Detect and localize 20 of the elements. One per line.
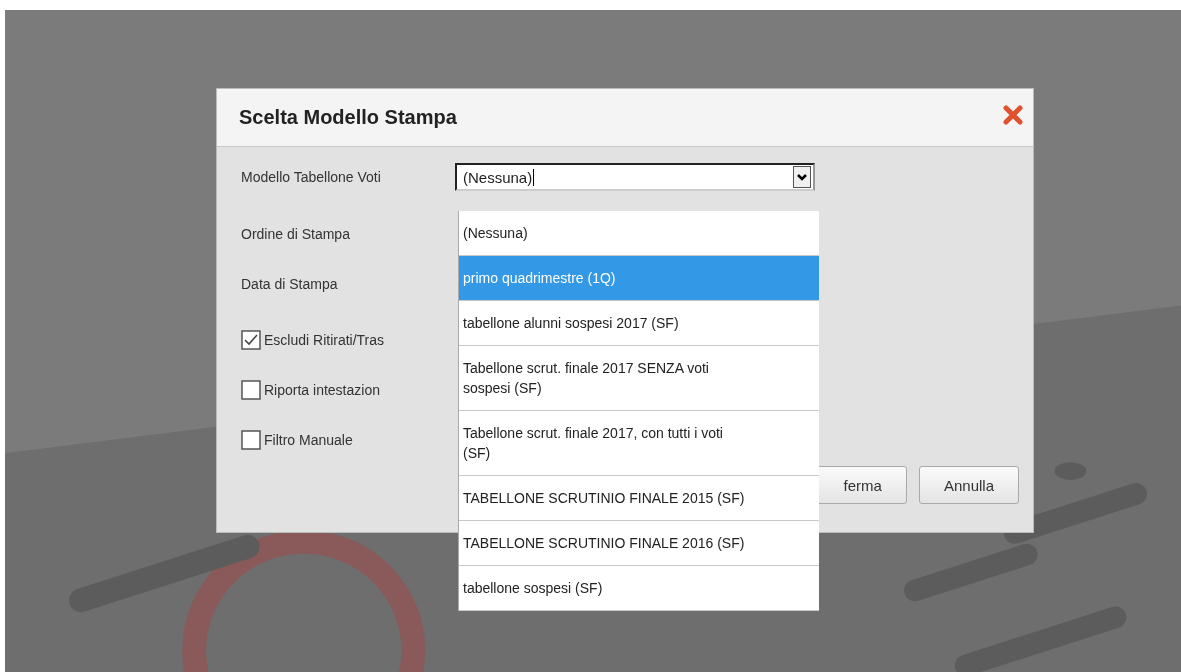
checkbox-label: Filtro Manuale (264, 432, 353, 448)
field-label: Data di Stampa (241, 276, 339, 292)
field-label: Modello Tabellone Voti (241, 169, 382, 185)
dropdown-option[interactable]: TABELLONE SCRUTINIO FINALE 2015 (SF) (459, 476, 819, 521)
checkbox-label: Escludi Ritirati/Tras (264, 332, 385, 348)
checkbox[interactable] (241, 430, 261, 450)
dialog-title: Scelta Modello Stampa (239, 106, 457, 129)
field-label: Ordine di Stampa (241, 226, 351, 242)
dropdown-option[interactable]: TABELLONE SCRUTINIO FINALE 2016 (SF) (459, 521, 819, 566)
checkbox-label: Riporta intestazion (264, 382, 380, 398)
dialog-button[interactable]: Annulla (918, 466, 1019, 504)
caret-icon[interactable] (793, 166, 811, 188)
checkbox[interactable] (241, 330, 261, 350)
dropdown-option[interactable]: tabellone alunni sospesi 2017 (SF) (459, 301, 819, 346)
dropdown-option[interactable]: Tabellone scrut. finale 2017 SENZA voti sospesi (SF) (459, 346, 819, 411)
dropdown-option[interactable]: tabellone sospesi (SF) (459, 566, 819, 611)
close-icon[interactable] (1003, 105, 1023, 125)
model-select[interactable]: (Nessuna) (455, 163, 815, 191)
dropdown-option[interactable]: Tabellone scrut. finale 2017, con tutti i voti (SF) (459, 411, 819, 476)
checkbox[interactable] (241, 380, 261, 400)
